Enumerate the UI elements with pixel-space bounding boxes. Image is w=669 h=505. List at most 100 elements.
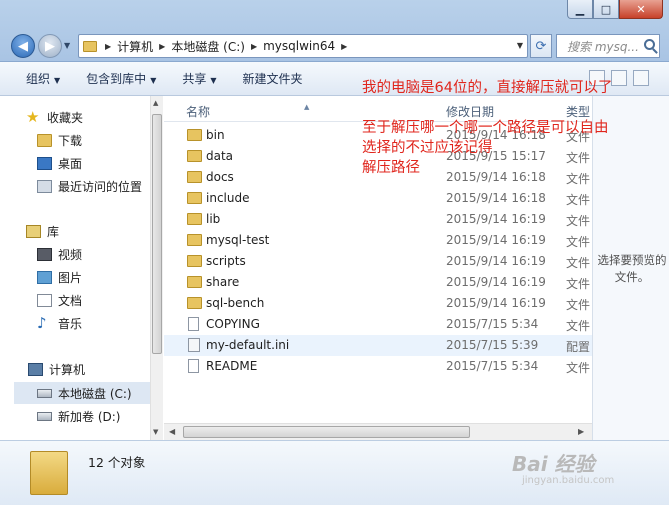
file-row[interactable]: scripts 2015/9/14 16:19 文件 (164, 251, 592, 272)
annotation-text: 至于解压哪一个哪一个路径是可以自由 (362, 120, 609, 136)
star-icon: ★ (26, 107, 40, 126)
scroll-up-icon[interactable]: ▲ (153, 99, 158, 107)
window-controls: ▁ □ ✕ (567, 0, 663, 19)
folder-icon (187, 297, 202, 309)
file-type: 文件 (566, 319, 591, 333)
sidebar-label: 库 (47, 224, 60, 239)
file-name: COPYING (206, 317, 260, 331)
download-folder-icon (37, 133, 52, 147)
folder-icon (187, 234, 202, 246)
sidebar-item-local-disk[interactable]: 本地磁盘 (C:) (14, 382, 150, 404)
sidebar-label: 新加卷 (D:) (58, 409, 121, 424)
file-date: 2015/9/14 16:19 (446, 233, 546, 247)
breadcrumb-computer[interactable]: 计算机 (117, 38, 153, 55)
watermark-url: jingyan.baidu.com (522, 475, 615, 486)
document-icon (37, 293, 52, 307)
new-folder-button[interactable]: 新建文件夹 (243, 70, 303, 87)
annotation-text: 选择的不过应该记得 (362, 140, 493, 156)
scroll-down-icon[interactable]: ▼ (153, 428, 158, 436)
file-row[interactable]: lib 2015/9/14 16:19 文件 (164, 209, 592, 230)
picture-icon (37, 270, 52, 284)
refresh-button[interactable]: ⟳ (530, 34, 552, 58)
organize-menu[interactable]: 组织 ▼ (26, 70, 60, 87)
preview-pane-icon[interactable] (611, 70, 627, 86)
file-type: 文件 (566, 151, 591, 165)
breadcrumb-local-disk[interactable]: 本地磁盘 (C:) (171, 38, 245, 55)
file-name: README (206, 359, 258, 373)
breadcrumb-mysqlwin64[interactable]: mysqlwin64 (263, 39, 335, 53)
forward-button[interactable]: ▶ (38, 34, 62, 58)
minimize-button[interactable]: ▁ (567, 0, 593, 19)
file-icon (188, 317, 199, 331)
file-name: mysql-test (206, 233, 270, 247)
scroll-left-icon[interactable]: ◀ (169, 427, 175, 436)
file-row[interactable]: COPYING 2015/7/15 5:34 文件 (164, 314, 592, 335)
maximize-button[interactable]: □ (593, 0, 619, 19)
recent-pages-dropdown[interactable]: ▼ (64, 41, 70, 50)
library-icon (26, 224, 41, 238)
navigation-pane: ★ 收藏夹 下载 桌面 最近访问的位置 库 视频 图片 文档 ♪ 音乐 计算机 本地… (0, 96, 163, 440)
file-type: 文件 (566, 193, 591, 207)
arrow-left-icon: ◀ (18, 38, 28, 54)
file-date: 2015/7/15 5:34 (446, 317, 539, 331)
horizontal-scrollbar[interactable]: ◀ ▶ (164, 423, 592, 440)
item-count: 12 个对象 (88, 455, 146, 470)
close-button[interactable]: ✕ (619, 0, 663, 19)
search-placeholder: 搜索 mysq... (567, 39, 639, 54)
refresh-icon: ⟳ (535, 38, 547, 54)
file-name: lib (206, 212, 221, 226)
file-name: my-default.ini (206, 338, 290, 352)
file-row[interactable]: include 2015/9/14 16:18 文件 (164, 188, 592, 209)
chevron-right-icon[interactable]: ▶ (251, 42, 257, 51)
help-icon[interactable] (633, 70, 649, 86)
music-icon: ♪ (37, 313, 47, 332)
file-row[interactable]: mysql-test 2015/9/14 16:19 文件 (164, 230, 592, 251)
chevron-down-icon: ▼ (54, 76, 61, 85)
file-row[interactable]: my-default.ini 2015/7/15 5:39 配置 (164, 335, 592, 356)
address-bar[interactable]: ▶ 计算机 ▶ 本地磁盘 (C:) ▶ mysqlwin64 ▶ ▼ (78, 34, 528, 58)
chevron-down-icon: ▼ (210, 76, 217, 85)
scrollbar-thumb[interactable] (152, 114, 162, 354)
folder-icon (187, 213, 202, 225)
chevron-right-icon[interactable]: ▶ (341, 42, 347, 51)
arrow-right-icon: ▶ (45, 38, 55, 54)
file-icon (188, 359, 199, 373)
share-menu[interactable]: 共享 ▼ (182, 70, 216, 87)
column-date[interactable]: 修改日期 (446, 103, 494, 120)
hard-drive-icon (37, 411, 52, 421)
chevron-right-icon[interactable]: ▶ (105, 42, 111, 51)
file-date: 2015/9/14 16:19 (446, 296, 546, 310)
chevron-down-icon[interactable]: ▼ (517, 41, 523, 50)
sidebar-label: 计算机 (49, 362, 86, 377)
chevron-down-icon: ▼ (150, 76, 157, 85)
file-type: 文件 (566, 298, 591, 312)
config-file-icon (188, 338, 200, 352)
column-type[interactable]: 类型 (566, 103, 590, 120)
include-in-library-menu[interactable]: 包含到库中 ▼ (86, 70, 156, 87)
chevron-right-icon[interactable]: ▶ (159, 42, 165, 51)
include-label: 包含到库中 (86, 72, 147, 86)
scrollbar-thumb[interactable] (183, 426, 470, 438)
search-input[interactable]: 搜索 mysq... (556, 34, 660, 58)
column-name[interactable]: 名称 (186, 103, 210, 120)
file-row[interactable]: sql-bench 2015/9/14 16:19 文件 (164, 293, 592, 314)
file-row[interactable]: share 2015/9/14 16:19 文件 (164, 272, 592, 293)
folder-icon (187, 276, 202, 288)
new-folder-label: 新建文件夹 (242, 72, 303, 86)
file-row[interactable]: README 2015/7/15 5:34 文件 (164, 356, 592, 377)
sidebar-scrollbar[interactable]: ▲ ▼ (150, 96, 163, 440)
watermark-logo: Bai 经验 (512, 452, 595, 476)
back-button[interactable]: ◀ (11, 34, 35, 58)
folder-icon (187, 150, 202, 162)
file-date: 2015/9/14 16:18 (446, 191, 546, 205)
file-date: 2015/7/15 5:34 (446, 359, 539, 373)
preview-pane: 选择要预览的文件。 (592, 96, 669, 440)
file-name: docs (206, 170, 234, 184)
file-name: scripts (206, 254, 246, 268)
file-type: 文件 (566, 361, 591, 375)
file-date: 2015/9/14 16:19 (446, 212, 546, 226)
recent-places-icon (37, 179, 52, 193)
file-date: 2015/9/14 16:19 (446, 275, 546, 289)
sidebar-label: 最近访问的位置 (58, 179, 143, 194)
scroll-right-icon[interactable]: ▶ (578, 427, 584, 436)
